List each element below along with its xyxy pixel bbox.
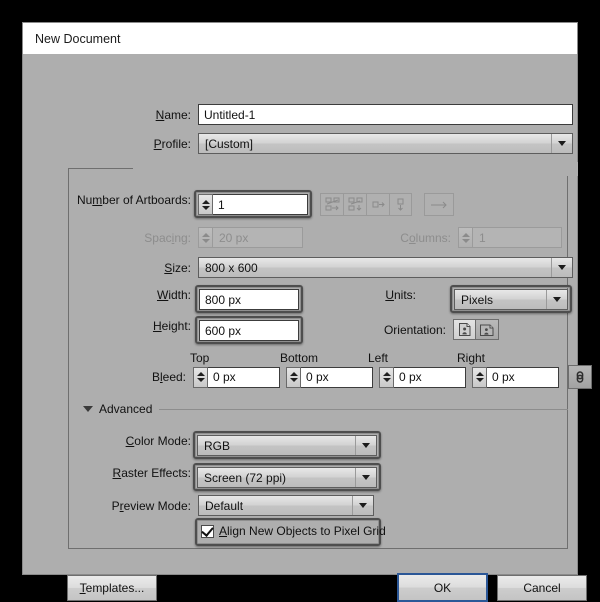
- spacing-stepper: [198, 227, 213, 248]
- width-label: Width:: [156, 288, 191, 302]
- grid-by-column-icon[interactable]: [343, 193, 366, 216]
- spacing-label: Spacing:: [144, 230, 191, 245]
- size-label: Size:: [164, 260, 191, 275]
- arrange-in-row-icon[interactable]: [366, 193, 389, 216]
- artboards-input[interactable]: 1: [213, 194, 308, 215]
- chevron-down-icon: [83, 406, 93, 412]
- bleed-left-header: Left: [368, 351, 389, 365]
- raster-effects-value: Screen (72 ppi): [204, 470, 287, 485]
- groupbox-label-gap: [133, 162, 578, 176]
- chevron-down-icon: [551, 134, 572, 153]
- columns-label: Columns:: [400, 230, 451, 245]
- chevron-down-icon: [551, 258, 572, 277]
- bleed-top-stepper[interactable]: [193, 366, 208, 388]
- color-mode-label: Color Mode:: [125, 434, 191, 448]
- raster-effects-dropdown[interactable]: Screen (72 ppi): [197, 467, 377, 488]
- bleed-right-input[interactable]: 0 px: [487, 366, 559, 388]
- spacing-input: 20 px: [213, 227, 303, 248]
- columns-row: Columns: 1: [388, 227, 562, 248]
- orientation-label: Orientation:: [383, 322, 446, 337]
- align-pixel-grid-checkbox[interactable]: Align New Objects to Pixel Grid: [195, 520, 394, 542]
- templates-button-label: Templates...: [79, 581, 145, 595]
- bleed-left-stepper[interactable]: [379, 366, 394, 388]
- columns-stepper: [458, 227, 473, 248]
- orientation-row: Orientation:: [353, 319, 499, 340]
- ok-button[interactable]: OK: [397, 573, 488, 602]
- dialog-titlebar: New Document: [23, 23, 577, 54]
- units-dropdown[interactable]: Pixels: [454, 289, 568, 310]
- height-input[interactable]: 600 px: [199, 320, 299, 341]
- color-mode-row: Color Mode:: [83, 434, 191, 448]
- left-to-right-icon[interactable]: [424, 193, 454, 216]
- size-row: Size: 800 x 600: [133, 257, 573, 278]
- artboards-field-group: 1: [198, 194, 308, 215]
- artboards-row: Number of Artboards:: [73, 193, 191, 207]
- artboards-label: Number of Artboards:: [76, 193, 191, 207]
- preview-mode-row: Preview Mode: Default: [83, 495, 374, 516]
- bleed-label: Bleed:: [151, 370, 186, 384]
- profile-dropdown[interactable]: [Custom]: [198, 133, 573, 154]
- bleed-bottom-input[interactable]: 0 px: [301, 366, 373, 388]
- raster-effects-label: Raster Effects:: [112, 466, 191, 480]
- advanced-label: Advanced: [99, 402, 153, 416]
- bleed-top-header: Top: [190, 351, 210, 365]
- units-value: Pixels: [461, 292, 494, 307]
- cancel-button[interactable]: Cancel: [497, 575, 587, 601]
- landscape-icon[interactable]: [476, 319, 499, 340]
- portrait-icon[interactable]: [453, 319, 476, 340]
- units-label: Units:: [385, 288, 416, 302]
- name-row: Name: Untitled-1: [133, 104, 573, 125]
- profile-value: [Custom]: [205, 136, 254, 151]
- bleed-right-header: Right: [457, 351, 486, 365]
- advanced-section-header[interactable]: Advanced: [83, 402, 568, 416]
- width-input[interactable]: 800 px: [199, 289, 299, 310]
- name-label: Name:: [155, 107, 191, 122]
- bleed-left-input[interactable]: 0 px: [394, 366, 466, 388]
- checkbox-box[interactable]: [201, 523, 214, 538]
- width-row: Width:: [133, 288, 191, 302]
- bleed-bottom-stepper[interactable]: [286, 366, 301, 388]
- units-row: Units:: [353, 288, 416, 302]
- preview-mode-label: Preview Mode:: [111, 498, 191, 513]
- bleed-bottom-header: Bottom: [280, 351, 319, 365]
- size-dropdown[interactable]: 800 x 600: [198, 257, 573, 278]
- artboards-stepper[interactable]: [198, 194, 213, 215]
- color-mode-value: RGB: [204, 438, 231, 453]
- new-document-dialog: New Document Name: Untitled-1 Profile: […: [22, 22, 592, 602]
- spacing-row: Spacing: 20 px: [83, 227, 303, 248]
- chevron-down-icon: [355, 436, 376, 455]
- chevron-down-icon: [352, 496, 373, 515]
- profile-row: Profile: [Custom]: [133, 133, 573, 154]
- align-pixel-grid-label: Align New Objects to Pixel Grid: [219, 524, 386, 538]
- bleed-right-stepper[interactable]: [472, 366, 487, 388]
- height-row: Height:: [133, 319, 191, 333]
- color-mode-dropdown[interactable]: RGB: [197, 435, 377, 456]
- bleed-row: Bleed: 0 px 0 px 0 px 0 px: [133, 365, 592, 389]
- templates-button[interactable]: Templates...: [67, 575, 157, 601]
- name-input[interactable]: Untitled-1: [198, 104, 573, 125]
- chevron-down-icon: [355, 468, 376, 487]
- grid-by-row-icon[interactable]: [320, 193, 343, 216]
- link-chain-icon[interactable]: [568, 365, 592, 389]
- bleed-top-input[interactable]: 0 px: [208, 366, 280, 388]
- columns-input: 1: [473, 227, 562, 248]
- chevron-down-icon: [546, 290, 567, 309]
- raster-effects-row: Raster Effects:: [83, 466, 191, 480]
- height-label: Height:: [152, 319, 191, 333]
- advanced-divider: [159, 408, 568, 410]
- dialog-title: New Document: [35, 31, 121, 46]
- profile-label: Profile:: [153, 136, 191, 151]
- preview-mode-dropdown[interactable]: Default: [198, 495, 374, 516]
- size-value: 800 x 600: [205, 260, 258, 275]
- artboard-arrangement-buttons: [320, 193, 454, 216]
- preview-mode-value: Default: [205, 498, 244, 513]
- arrange-in-column-icon[interactable]: [389, 193, 412, 216]
